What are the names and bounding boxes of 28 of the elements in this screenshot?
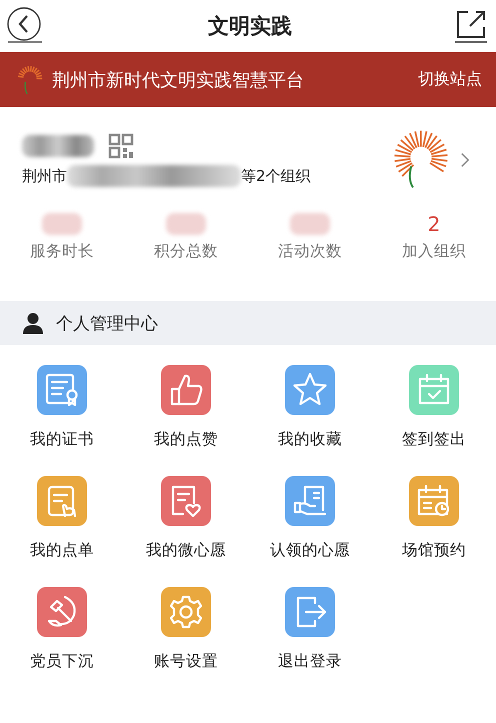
menu-item[interactable]: 我的点单 [0,476,124,561]
menu-item[interactable]: 账号设置 [124,587,248,672]
menu-item[interactable]: 退出登录 [248,587,372,672]
menu-item[interactable]: 我的微心愿 [124,476,248,561]
stat-label: 活动次数 [278,241,342,262]
menu-item[interactable]: 我的点赞 [124,365,248,450]
qr-code-icon[interactable] [108,133,134,159]
person-icon [22,312,44,334]
menu-item[interactable]: 签到签出 [372,365,496,450]
switch-site-button[interactable]: 切换站点 [418,69,482,90]
menu-item[interactable]: 我的收藏 [248,365,372,450]
redacted-name [22,135,94,157]
page-title: 文明实践 [208,13,292,40]
stat-label: 积分总数 [154,241,218,262]
menu-item[interactable]: 场馆预约 [372,476,496,561]
logo-icon [16,64,44,94]
stat-value: 2 [428,213,440,235]
organization-count: 等2个组织 [241,166,311,186]
platform-title: 荆州市新时代文明实践智慧平台 [52,68,305,92]
menu-item[interactable]: 我的证书 [0,365,124,450]
organization-text: 荆州市 [22,166,67,186]
stat-label: 加入组织 [402,241,466,262]
share-icon[interactable] [454,9,488,43]
chevron-right-icon[interactable] [460,152,470,168]
menu-item[interactable]: 党员下沉 [0,587,124,672]
menu-item[interactable]: 认领的心愿 [248,476,372,561]
section-title: 个人管理中心 [56,312,158,334]
stat-label: 服务时长 [30,241,94,262]
